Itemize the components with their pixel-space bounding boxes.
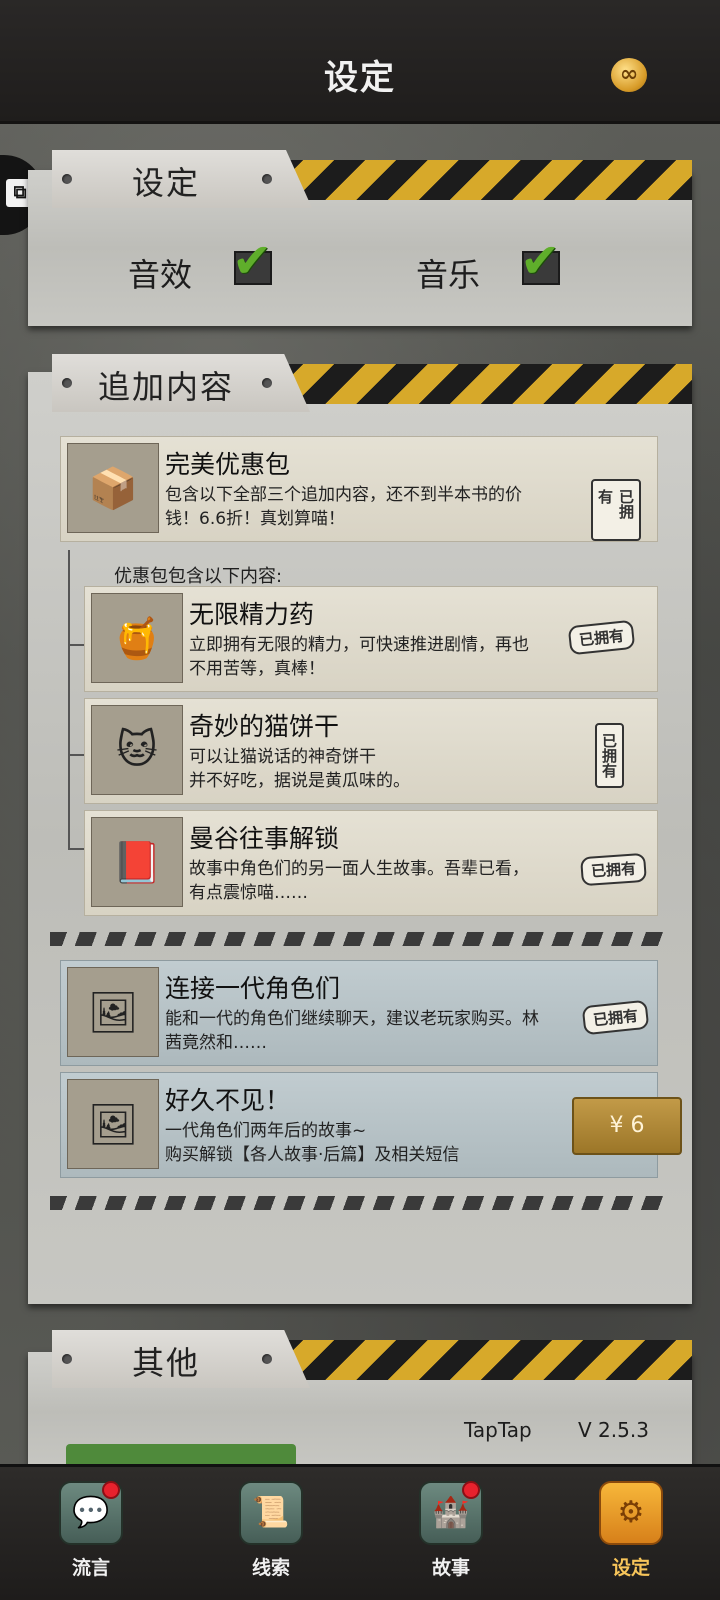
box-icon: 📦 xyxy=(67,443,159,533)
item-title: 奇妙的猫饼干 xyxy=(189,712,340,741)
nav-label: 线索 xyxy=(251,1557,290,1579)
addon-tab-label: 追加内容 xyxy=(52,354,310,412)
notification-badge xyxy=(462,1481,480,1499)
rivet xyxy=(262,378,272,388)
addon-tab-text: 追加内容 xyxy=(98,368,235,406)
item-title: 曼谷往事解锁 xyxy=(189,824,340,853)
settings-tab-text: 设定 xyxy=(132,164,201,202)
addon-item-card[interactable]: 🍯 无限精力药 立即拥有无限的精力，可快速推进剧情，再也不用苦等，真棒！ 已拥有 xyxy=(84,586,658,692)
extra-title: 好久不见！ xyxy=(165,1086,291,1115)
nav-clues[interactable]: 📜 线索 xyxy=(216,1481,326,1580)
version-label: V 2.5.3 xyxy=(578,1418,649,1442)
addon-panel: 追加内容 📦 完美优惠包 包含以下全部三个追加内容，还不到半本书的价钱！6.6折… xyxy=(28,354,692,1304)
hazard-stripe xyxy=(272,160,692,200)
hazard-stripe xyxy=(272,1340,692,1380)
dashed-divider xyxy=(50,932,670,946)
music-label: 音乐 xyxy=(416,256,481,294)
hazard-stripe xyxy=(272,364,692,404)
rivet xyxy=(62,1354,72,1364)
owned-stamp: 已拥有 xyxy=(591,479,641,541)
nav-label: 流言 xyxy=(71,1557,110,1579)
infinity-coin-icon[interactable]: ∞ xyxy=(611,58,647,92)
other-tab-label: 其他 xyxy=(52,1330,310,1388)
notification-badge xyxy=(102,1481,120,1499)
settings-panel: 设定 xyxy=(28,150,692,326)
addon-item-card[interactable]: 🐱 奇妙的猫饼干 可以让猫说话的神奇饼干 并不好吃，据说是黄瓜味的。 已拥有 xyxy=(84,698,658,804)
photo-icon: 🖼 xyxy=(67,967,159,1057)
top-bar: 设定 ∞ xyxy=(0,0,720,124)
check-icon: ✔ xyxy=(520,233,561,289)
settings-tab-label: 设定 xyxy=(52,150,312,208)
bundle-contents-label: 优惠包包含以下内容: xyxy=(114,566,283,587)
bundle-title: 完美优惠包 xyxy=(165,450,291,479)
rivet xyxy=(62,378,72,388)
book-icon: 📕 xyxy=(91,817,183,907)
tree-line xyxy=(68,848,84,850)
addon-item-card[interactable]: 📕 曼谷往事解锁 故事中角色们的另一面人生故事。吾辈已看，有点震惊喵…… 已拥有 xyxy=(84,810,658,916)
music-checkbox[interactable]: ✔ xyxy=(520,233,560,289)
owned-stamp: 已拥有 xyxy=(581,999,650,1036)
gear-icon: ⚙ xyxy=(599,1481,663,1545)
check-icon: ✔ xyxy=(232,233,273,289)
rivet xyxy=(262,174,272,184)
cat-cookie-icon: 🐱 xyxy=(91,705,183,795)
purchase-button[interactable]: ¥ 6 xyxy=(572,1097,682,1155)
extra-title: 连接一代角色们 xyxy=(165,974,341,1003)
sound-effects-label: 音效 xyxy=(128,256,193,294)
rivet xyxy=(62,174,72,184)
item-desc: 故事中角色们的另一面人生故事。吾辈已看，有点震惊喵…… xyxy=(189,859,529,903)
scroll-icon: 📜 xyxy=(239,1481,303,1545)
extra-card[interactable]: 🖼 好久不见！ 一代角色们两年后的故事~ 购买解锁【各人故事·后篇】及相关短信 … xyxy=(60,1072,682,1178)
sound-effects-checkbox[interactable]: ✔ xyxy=(232,233,272,289)
extra-card[interactable]: 🖼 连接一代角色们 能和一代的角色们继续聊天，建议老玩家购买。林茜竟然和…… 已… xyxy=(60,960,658,1066)
bundle-desc: 包含以下全部三个追加内容，还不到半本书的价钱！6.6折！真划算喵！ xyxy=(165,485,522,529)
bottom-nav: 💬 流言 📜 线索 🏰 故事 ⚙ 设定 xyxy=(0,1464,720,1600)
bundle-card[interactable]: 📦 完美优惠包 包含以下全部三个追加内容，还不到半本书的价钱！6.6折！真划算喵… xyxy=(60,436,658,542)
item-desc: 可以让猫说话的神奇饼干 并不好吃，据说是黄瓜味的。 xyxy=(189,747,410,791)
nav-rumors[interactable]: 💬 流言 xyxy=(36,1481,146,1580)
item-title: 无限精力药 xyxy=(189,600,315,629)
extra-desc: 一代角色们两年后的故事~ 购买解锁【各人故事·后篇】及相关短信 xyxy=(165,1121,460,1165)
dashed-divider xyxy=(50,1196,670,1210)
nav-settings[interactable]: ⚙ 设定 xyxy=(576,1481,686,1580)
tree-line xyxy=(68,550,70,848)
extra-desc: 能和一代的角色们继续聊天，建议老玩家购买。林茜竟然和…… xyxy=(165,1009,539,1053)
item-desc: 立即拥有无限的精力，可快速推进剧情，再也不用苦等，真棒！ xyxy=(189,635,529,679)
rivet xyxy=(262,1354,272,1364)
tree-line xyxy=(68,754,84,756)
potion-jar-icon: 🍯 xyxy=(91,593,183,683)
store-label: TapTap xyxy=(464,1418,532,1442)
nav-label: 故事 xyxy=(431,1557,470,1579)
owned-stamp: 已拥有 xyxy=(580,852,647,887)
nav-story[interactable]: 🏰 故事 xyxy=(396,1481,506,1580)
owned-stamp: 已拥有 xyxy=(595,723,624,788)
photo-icon: 🖼 xyxy=(67,1079,159,1169)
nav-label: 设定 xyxy=(611,1557,650,1579)
tree-line xyxy=(68,644,84,646)
owned-stamp: 已拥有 xyxy=(567,619,636,656)
other-tab-text: 其他 xyxy=(132,1344,201,1382)
